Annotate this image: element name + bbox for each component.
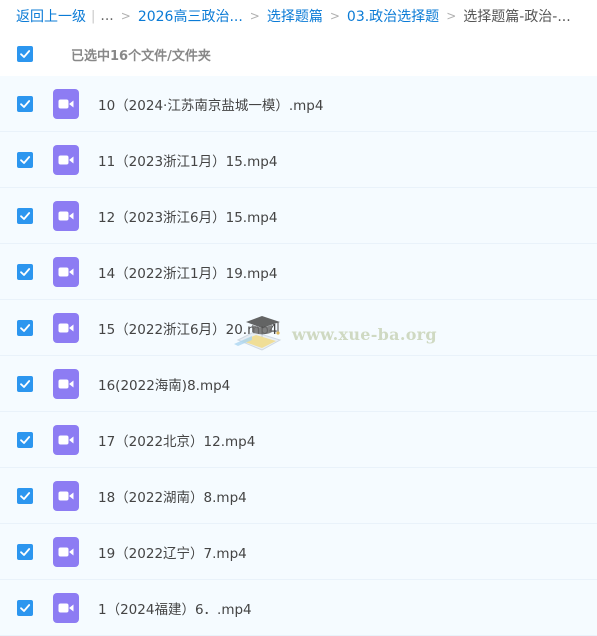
file-row[interactable]: 17（2022北京）12.mp4: [0, 412, 597, 468]
selection-count-label: 已选中16个文件/文件夹: [71, 48, 211, 64]
video-file-icon: [53, 312, 79, 343]
file-row[interactable]: 15（2022浙江6月）20.mp4: [0, 300, 597, 356]
video-file-icon: [53, 200, 79, 231]
file-list: 10（2024·江苏南京盐城一模）.mp4 11（2023浙江1月）15.mp4 1…: [0, 76, 597, 636]
breadcrumb-item-folder[interactable]: 03.政治选择题: [347, 6, 439, 26]
breadcrumb-divider: |: [91, 8, 96, 24]
chevron-right-icon: >: [446, 9, 457, 23]
file-name[interactable]: 19（2022辽宁）7.mp4: [98, 542, 247, 562]
checkmark-icon: [20, 99, 31, 108]
checkmark-icon: [20, 50, 31, 58]
file-name[interactable]: 10（2024·江苏南京盐城一模）.mp4: [98, 94, 323, 114]
file-row[interactable]: 10（2024·江苏南京盐城一模）.mp4: [0, 76, 597, 132]
checkmark-icon: [20, 491, 31, 500]
file-row[interactable]: 12（2023浙江6月）15.mp4: [0, 188, 597, 244]
checkmark-icon: [20, 155, 31, 164]
file-checkbox[interactable]: [17, 487, 33, 504]
video-file-icon: [53, 256, 79, 287]
selection-bar: 已选中16个文件/文件夹: [0, 32, 597, 76]
video-file-icon: [53, 88, 79, 119]
checkmark-icon: [20, 603, 31, 612]
breadcrumb-item-choice[interactable]: 选择题篇: [267, 6, 323, 26]
checkmark-icon: [20, 547, 31, 556]
video-file-icon: [53, 480, 79, 511]
file-name[interactable]: 18（2022湖南）8.mp4: [98, 486, 247, 506]
file-name[interactable]: 16(2022海南)8.mp4: [98, 374, 230, 394]
video-file-icon: [53, 424, 79, 455]
video-file-icon: [53, 536, 79, 567]
file-name[interactable]: 14（2022浙江1月）19.mp4: [98, 262, 277, 282]
file-row[interactable]: 18（2022湖南）8.mp4: [0, 468, 597, 524]
checkmark-icon: [20, 323, 31, 332]
file-checkbox[interactable]: [17, 263, 33, 280]
file-row[interactable]: 19（2022辽宁）7.mp4: [0, 524, 597, 580]
file-name[interactable]: 12（2023浙江6月）15.mp4: [98, 206, 277, 226]
file-name[interactable]: 11（2023浙江1月）15.mp4: [98, 150, 277, 170]
file-checkbox[interactable]: [17, 319, 33, 336]
file-checkbox[interactable]: [17, 431, 33, 448]
video-file-icon: [53, 592, 79, 623]
file-checkbox[interactable]: [17, 599, 33, 616]
file-row[interactable]: 1（2024福建）6．.mp4: [0, 580, 597, 636]
chevron-right-icon: >: [329, 9, 340, 23]
file-checkbox[interactable]: [17, 375, 33, 392]
file-row[interactable]: 11（2023浙江1月）15.mp4: [0, 132, 597, 188]
breadcrumb-current: 选择题篇-政治-...: [463, 9, 571, 25]
file-checkbox[interactable]: [17, 543, 33, 560]
file-checkbox[interactable]: [17, 151, 33, 168]
video-file-icon: [53, 368, 79, 399]
breadcrumb-ellipsis[interactable]: ...: [100, 8, 113, 24]
file-name[interactable]: 17（2022北京）12.mp4: [98, 430, 255, 450]
file-checkbox[interactable]: [17, 95, 33, 112]
breadcrumb-item-course[interactable]: 2026高三政治...: [138, 6, 243, 26]
breadcrumb: 返回上一级 | ... > 2026高三政治... > 选择题篇 > 03.政治…: [0, 0, 597, 32]
select-all-checkbox[interactable]: [17, 46, 33, 62]
back-link[interactable]: 返回上一级: [16, 6, 86, 26]
video-file-icon: [53, 144, 79, 175]
checkmark-icon: [20, 379, 31, 388]
chevron-right-icon: >: [249, 9, 260, 23]
chevron-right-icon: >: [120, 9, 131, 23]
checkmark-icon: [20, 267, 31, 276]
file-name[interactable]: 15（2022浙江6月）20.mp4: [98, 318, 277, 338]
file-checkbox[interactable]: [17, 207, 33, 224]
file-row[interactable]: 14（2022浙江1月）19.mp4: [0, 244, 597, 300]
file-row[interactable]: 16(2022海南)8.mp4: [0, 356, 597, 412]
checkmark-icon: [20, 435, 31, 444]
checkmark-icon: [20, 211, 31, 220]
file-name[interactable]: 1（2024福建）6．.mp4: [98, 598, 252, 618]
